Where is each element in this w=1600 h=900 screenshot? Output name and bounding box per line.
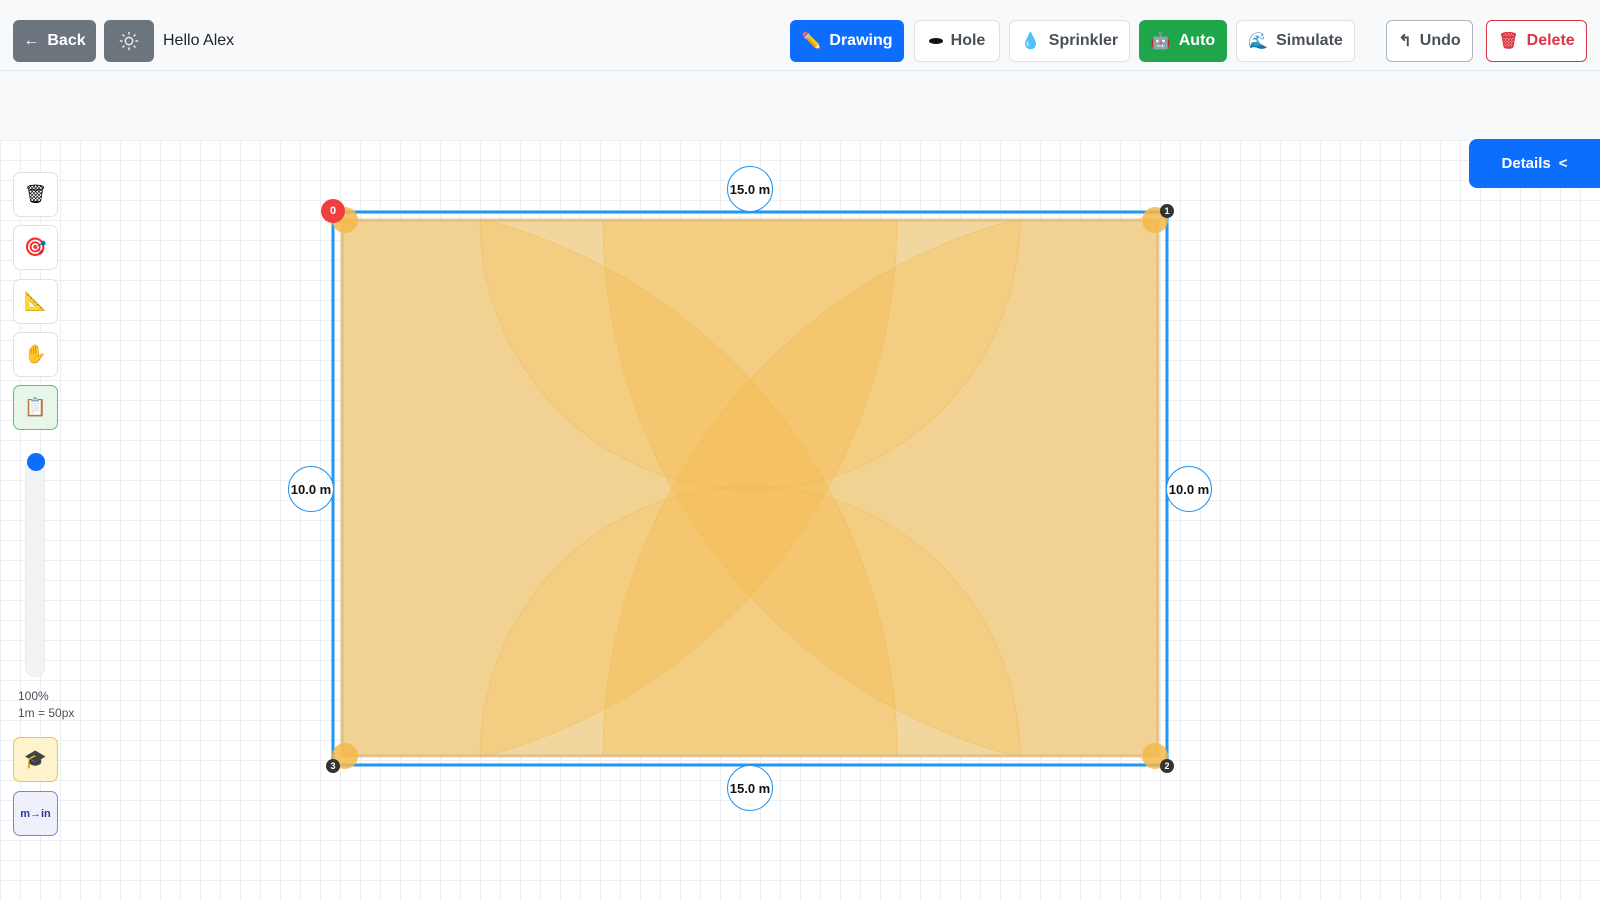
chevron-left-icon: < [1558, 155, 1568, 172]
edge-length-right[interactable]: 10.0 m [1166, 466, 1212, 512]
delete-button[interactable]: 🗑 Delete [1486, 20, 1587, 62]
auto-mode-label: Auto [1178, 32, 1216, 49]
target-tool-button[interactable]: 🎯 [13, 225, 58, 270]
corner-point-2[interactable]: 2 [1160, 759, 1174, 773]
measure-tool-button[interactable]: 📐 [13, 279, 58, 324]
edge-length-top[interactable]: 15.0 m [727, 166, 773, 212]
app-root: ← Back Hello Alex ✏️ Drawing Hole 💧 Spri… [0, 0, 1600, 900]
scale-text: 1m = 50px [18, 706, 75, 720]
target-icon: 🎯 [24, 237, 47, 257]
hole-icon [928, 38, 943, 44]
arrow-left-icon: ← [23, 32, 40, 49]
zoom-slider-thumb[interactable] [27, 453, 45, 471]
settings-button[interactable] [104, 20, 154, 62]
clear-tool-button[interactable]: 🗑 [13, 172, 58, 217]
edge-length-bottom[interactable]: 15.0 m [727, 765, 773, 811]
auto-mode-button[interactable]: 🤖 Auto [1139, 20, 1227, 62]
back-button-label: Back [47, 32, 86, 49]
trash-icon: 🗑 [1498, 33, 1519, 50]
corner-point-1[interactable]: 1 [1160, 204, 1174, 218]
trash-icon: 🗑 [24, 184, 47, 204]
zoom-slider-track[interactable] [25, 457, 45, 677]
back-button[interactable]: ← Back [13, 20, 96, 62]
notes-tool-button[interactable]: 📋 [13, 385, 58, 430]
details-label: Details [1501, 155, 1551, 172]
undo-arrow-icon: ↰ [1398, 33, 1412, 50]
water-drop-icon: 💧 [1020, 33, 1041, 50]
sprinkler-mode-label: Sprinkler [1048, 32, 1119, 49]
tutorial-button[interactable]: 🎓 [13, 737, 58, 782]
corner-point-3[interactable]: 3 [326, 759, 340, 773]
sprinkler-mode-button[interactable]: 💧 Sprinkler [1009, 20, 1130, 62]
clipboard-icon: 📋 [24, 397, 47, 417]
unit-toggle-button[interactable]: m→in [13, 791, 58, 836]
details-panel-toggle[interactable]: Details < [1469, 139, 1600, 188]
undo-button-label: Undo [1419, 32, 1461, 49]
edge-length-left[interactable]: 10.0 m [288, 466, 334, 512]
zoom-percent: 100% [18, 689, 49, 703]
graduation-cap-icon: 🎓 [24, 749, 47, 769]
top-toolbar: ← Back Hello Alex ✏️ Drawing Hole 💧 Spri… [0, 0, 1600, 71]
hand-icon: ✋ [24, 344, 47, 364]
delete-button-label: Delete [1526, 32, 1575, 49]
pan-tool-button[interactable]: ✋ [13, 332, 58, 377]
wave-icon: 🌊 [1248, 33, 1269, 50]
undo-button[interactable]: ↰ Undo [1386, 20, 1473, 62]
greeting-text: Hello Alex [163, 32, 235, 49]
simulate-mode-label: Simulate [1276, 32, 1343, 49]
drawing-mode-label: Drawing [829, 32, 893, 49]
corner-point-0[interactable]: 0 [321, 199, 345, 223]
zoom-readout: 100% 1m = 50px [18, 688, 74, 722]
gear-icon [119, 31, 139, 51]
hole-mode-button[interactable]: Hole [914, 20, 1000, 62]
simulate-mode-button[interactable]: 🌊 Simulate [1236, 20, 1355, 62]
robot-icon: 🤖 [1150, 33, 1171, 50]
drawing-canvas[interactable] [0, 140, 1600, 900]
drawing-mode-button[interactable]: ✏️ Drawing [790, 20, 904, 62]
pencil-icon: ✏️ [801, 33, 822, 50]
ruler-triangle-icon: 📐 [24, 291, 47, 311]
hole-mode-label: Hole [950, 32, 986, 49]
